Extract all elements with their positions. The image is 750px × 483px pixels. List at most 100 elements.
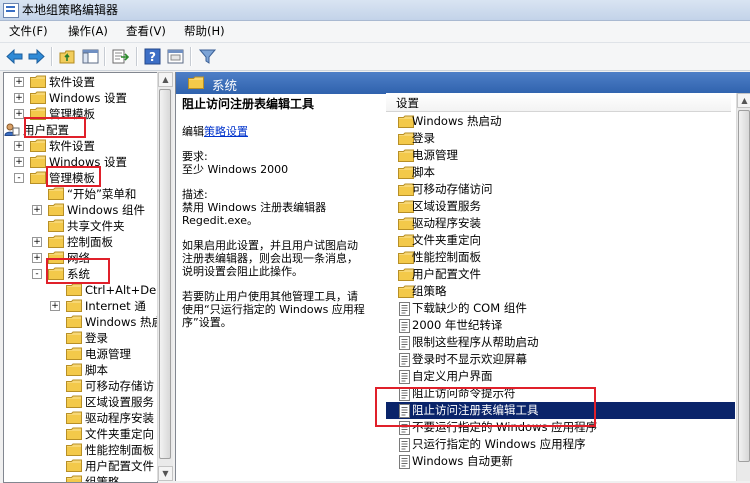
- list-item-label: 区域设置服务: [412, 199, 481, 213]
- settings-scrollbar[interactable]: ▲: [736, 93, 750, 481]
- list-item-label: Windows 热启动: [412, 114, 502, 128]
- list-item-label: 登录时不显示欢迎屏幕: [412, 352, 527, 366]
- collapse-icon[interactable]: -: [32, 269, 42, 279]
- app-icon: [3, 3, 19, 18]
- scroll-up-arrow-icon[interactable]: ▲: [158, 72, 173, 87]
- expand-icon[interactable]: +: [32, 253, 42, 263]
- list-folder-item[interactable]: 驱动程序安装: [386, 215, 735, 232]
- export-list-icon[interactable]: [111, 47, 130, 66]
- description-line: 禁用 Windows 注册表编辑器: [182, 201, 327, 214]
- settings-column-header[interactable]: 设置: [386, 93, 731, 112]
- list-setting-item[interactable]: 2000 年世纪转译: [386, 317, 735, 334]
- forward-arrow-icon[interactable]: [27, 47, 46, 66]
- folder-icon: [66, 299, 82, 312]
- tree-item-label: 驱动程序安装: [85, 411, 154, 425]
- folder-icon: [188, 76, 204, 89]
- description-paragraph: 注册表编辑器，则会出现一条消息，: [182, 252, 358, 265]
- scroll-up-arrow-icon[interactable]: ▲: [737, 93, 750, 108]
- folder-icon: [66, 459, 82, 472]
- expand-icon[interactable]: +: [14, 109, 24, 119]
- list-folder-item[interactable]: 组策略: [386, 283, 735, 300]
- folder-icon: [30, 75, 46, 88]
- requirements-value: 至少 Windows 2000: [182, 163, 289, 176]
- expand-icon[interactable]: +: [14, 93, 24, 103]
- list-folder-item[interactable]: 用户配置文件: [386, 266, 735, 283]
- folder-icon: [48, 187, 64, 200]
- expand-icon[interactable]: +: [14, 141, 24, 151]
- tree-item-label: 脚本: [85, 363, 108, 377]
- tree-item-label: “开始”菜单和: [67, 187, 137, 201]
- user-config-icon: [4, 123, 20, 136]
- folder-icon: [66, 475, 82, 482]
- description-line: Regedit.exe。: [182, 214, 259, 227]
- list-setting-item[interactable]: Windows 自动更新: [386, 453, 735, 470]
- tree-item-label: 区域设置服务: [85, 395, 154, 409]
- list-item-label: 自定义用户界面: [412, 369, 493, 383]
- expand-icon[interactable]: +: [32, 237, 42, 247]
- list-item-label: 2000 年世纪转译: [412, 318, 503, 332]
- tree-item-label: 用户配置文件: [85, 459, 154, 473]
- folder-icon: [30, 155, 46, 168]
- list-folder-item[interactable]: Windows 热启动: [386, 113, 735, 130]
- list-setting-item[interactable]: 限制这些程序从帮助启动: [386, 334, 735, 351]
- tree-item-label: 组策略: [85, 475, 120, 483]
- edit-policy-link[interactable]: 策略设置: [204, 125, 248, 138]
- tree-scroll-thumb[interactable]: [159, 89, 171, 459]
- list-setting-item[interactable]: 只运行指定的 Windows 应用程序: [386, 436, 735, 453]
- tree-item-label: 文件夹重定向: [85, 427, 154, 441]
- description-paragraph: 说明设置会阻止此操作。: [182, 265, 303, 278]
- collapse-icon[interactable]: -: [14, 173, 24, 183]
- help-icon[interactable]: ?: [143, 47, 162, 66]
- list-folder-item[interactable]: 电源管理: [386, 147, 735, 164]
- folder-icon: [66, 315, 82, 328]
- menu-file[interactable]: 文件(F): [9, 24, 48, 39]
- menu-view[interactable]: 查看(V): [126, 24, 166, 39]
- folder-icon: [30, 139, 46, 152]
- highlight-box: [375, 387, 596, 427]
- list-item-label: 用户配置文件: [412, 267, 481, 281]
- tree-item-label: Internet 通: [85, 299, 146, 313]
- list-setting-item[interactable]: 下载缺少的 COM 组件: [386, 300, 735, 317]
- properties-icon[interactable]: [166, 47, 185, 66]
- filter-icon[interactable]: [198, 47, 217, 66]
- settings-scroll-thumb[interactable]: [738, 110, 750, 462]
- settings-column-label: 设置: [396, 96, 419, 110]
- expand-icon[interactable]: +: [14, 157, 24, 167]
- list-folder-item[interactable]: 脚本: [386, 164, 735, 181]
- list-item-label: 电源管理: [412, 148, 458, 162]
- tree-item-label: Ctrl+Alt+De: [85, 283, 157, 297]
- window-title: 本地组策略编辑器: [22, 3, 119, 17]
- folder-icon: [48, 219, 64, 232]
- list-setting-item[interactable]: 自定义用户界面: [386, 368, 735, 385]
- up-folder-icon[interactable]: [58, 47, 77, 66]
- setting-title: 阻止访问注册表编辑工具: [182, 97, 315, 111]
- tree-item-label: 软件设置: [49, 139, 95, 153]
- list-folder-item[interactable]: 区域设置服务: [386, 198, 735, 215]
- tree-item-label: Windows 组件: [67, 203, 145, 217]
- description-paragraph: 如果启用此设置，并且用户试图启动: [182, 239, 358, 252]
- list-setting-item[interactable]: 登录时不显示欢迎屏幕: [386, 351, 735, 368]
- list-folder-item[interactable]: 性能控制面板: [386, 249, 735, 266]
- details-header-title: 系统: [212, 78, 238, 93]
- scroll-down-arrow-icon[interactable]: ▼: [158, 466, 173, 481]
- expand-icon[interactable]: +: [50, 301, 60, 311]
- tree-scrollbar[interactable]: ▲ ▼: [157, 72, 173, 481]
- list-item-label: Windows 自动更新: [412, 454, 513, 468]
- back-arrow-icon[interactable]: [5, 47, 24, 66]
- folder-icon: [30, 91, 46, 104]
- menu-help[interactable]: 帮助(H): [184, 24, 225, 39]
- show-hide-tree-icon[interactable]: [81, 47, 100, 66]
- list-folder-item[interactable]: 登录: [386, 130, 735, 147]
- highlight-box: [46, 258, 110, 284]
- folder-icon: [66, 411, 82, 424]
- list-folder-item[interactable]: 文件夹重定向: [386, 232, 735, 249]
- tree-item-label: 软件设置: [49, 75, 95, 89]
- expand-icon[interactable]: +: [14, 77, 24, 87]
- list-folder-item[interactable]: 可移动存储访问: [386, 181, 735, 198]
- folder-icon: [66, 283, 82, 296]
- list-item-label: 可移动存储访问: [412, 182, 493, 196]
- menu-action[interactable]: 操作(A): [68, 24, 108, 39]
- list-item-label: 限制这些程序从帮助启动: [412, 335, 539, 349]
- expand-icon[interactable]: +: [32, 205, 42, 215]
- folder-icon: [66, 347, 82, 360]
